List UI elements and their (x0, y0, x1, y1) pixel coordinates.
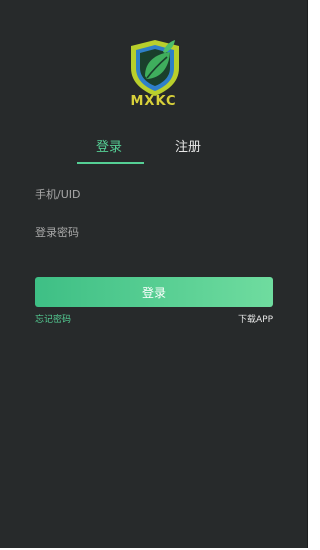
shield-leaf-icon (125, 38, 185, 100)
login-screen: MXKC 登录 注册 登录 忘记密码 下载APP (0, 0, 308, 548)
login-button[interactable]: 登录 (35, 277, 273, 307)
brand-name: MXKC (130, 94, 177, 109)
download-app-link[interactable]: 下载APP (238, 314, 273, 326)
uid-input[interactable] (35, 183, 273, 205)
auth-tabs: 登录 注册 (0, 139, 307, 167)
password-input[interactable] (35, 221, 273, 243)
active-tab-indicator (77, 162, 144, 164)
tab-register[interactable]: 注册 (175, 139, 201, 157)
forgot-password-link[interactable]: 忘记密码 (35, 314, 71, 326)
tab-login[interactable]: 登录 (96, 139, 122, 157)
